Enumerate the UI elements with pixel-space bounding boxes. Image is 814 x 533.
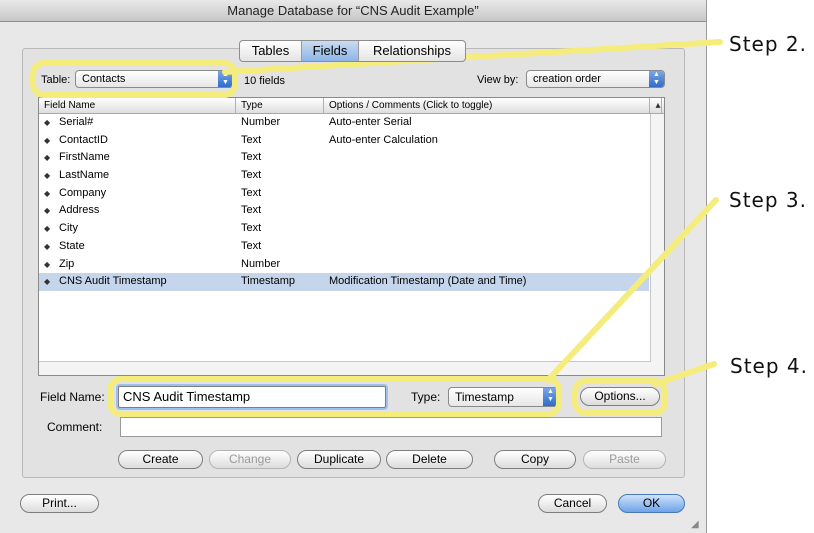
drag-handle-icon[interactable]: ◆ xyxy=(44,202,50,220)
paste-button[interactable]: Paste xyxy=(583,450,666,469)
type-select-value: Timestamp xyxy=(455,390,514,404)
table-row[interactable]: ◆ Serial# Number Auto-enter Serial xyxy=(39,114,649,132)
tab-tables[interactable]: Tables xyxy=(240,41,302,61)
options-button[interactable]: Options... xyxy=(580,387,660,406)
drag-handle-icon[interactable]: ◆ xyxy=(44,132,50,150)
drag-handle-icon[interactable]: ◆ xyxy=(44,273,50,291)
manage-database-dialog: Manage Database for “CNS Audit Example” … xyxy=(0,0,707,533)
window-title: Manage Database for “CNS Audit Example” xyxy=(0,0,706,22)
field-name-label: Field Name: xyxy=(40,390,105,404)
ok-button[interactable]: OK xyxy=(618,494,685,513)
table-row-selected[interactable]: ◆ CNS Audit Timestamp Timestamp Modificatio… xyxy=(39,273,649,291)
sort-triangle-icon[interactable]: ▴ xyxy=(650,98,662,113)
drag-handle-icon[interactable]: ◆ xyxy=(44,167,50,185)
field-count: 10 fields xyxy=(244,75,285,87)
table-row[interactable]: ◆ Address Text xyxy=(39,202,649,220)
comment-input[interactable] xyxy=(120,417,662,437)
copy-button[interactable]: Copy xyxy=(494,450,576,469)
change-button[interactable]: Change xyxy=(209,450,291,469)
field-rows: ◆ Serial# Number Auto-enter Serial ◆ Contact… xyxy=(39,114,649,291)
create-button[interactable]: Create xyxy=(118,450,203,469)
table-select[interactable]: Contacts ▲ ▼ xyxy=(75,70,234,88)
table-select-value: Contacts xyxy=(82,73,126,85)
step4-label: Step 4. xyxy=(730,354,808,378)
drag-handle-icon[interactable]: ◆ xyxy=(44,256,50,274)
duplicate-button[interactable]: Duplicate xyxy=(297,450,381,469)
view-by-label: View by: xyxy=(477,74,519,86)
table-row[interactable]: ◆ City Text xyxy=(39,220,649,238)
tab-fields[interactable]: Fields xyxy=(302,41,359,61)
column-header-type[interactable]: Type xyxy=(236,98,324,113)
view-by-select[interactable]: creation order ▲ ▼ xyxy=(526,70,665,88)
delete-button[interactable]: Delete xyxy=(386,450,473,469)
table-row[interactable]: ◆ ContactID Text Auto-enter Calculation xyxy=(39,132,649,150)
step3-label: Step 3. xyxy=(729,188,807,212)
vertical-scrollbar[interactable] xyxy=(650,114,664,375)
drag-handle-icon[interactable]: ◆ xyxy=(44,149,50,167)
column-header-options[interactable]: Options / Comments (Click to toggle) xyxy=(324,98,650,113)
table-row[interactable]: ◆ Zip Number xyxy=(39,256,649,274)
drag-handle-icon[interactable]: ◆ xyxy=(44,238,50,256)
fields-list: Field Name Type Options / Comments (Clic… xyxy=(38,97,665,376)
drag-handle-icon[interactable]: ◆ xyxy=(44,220,50,238)
horizontal-scrollbar[interactable] xyxy=(39,361,651,375)
table-row[interactable]: ◆ FirstName Text xyxy=(39,149,649,167)
table-row[interactable]: ◆ LastName Text xyxy=(39,167,649,185)
drag-handle-icon[interactable]: ◆ xyxy=(44,114,50,132)
chevron-updown-icon: ▲ ▼ xyxy=(218,71,233,87)
comment-label: Comment: xyxy=(47,420,103,434)
type-label: Type: xyxy=(411,390,441,404)
chevron-updown-icon: ▲ ▼ xyxy=(649,71,664,87)
resize-grip-icon[interactable]: ◢ xyxy=(691,519,703,531)
field-name-input[interactable]: CNS Audit Timestamp xyxy=(118,386,386,408)
print-button[interactable]: Print... xyxy=(20,494,99,513)
view-by-value: creation order xyxy=(533,73,601,85)
step2-label: Step 2. xyxy=(729,32,807,56)
table-row[interactable]: ◆ State Text xyxy=(39,238,649,256)
table-row[interactable]: ◆ Company Text xyxy=(39,185,649,203)
list-header: Field Name Type Options / Comments (Clic… xyxy=(39,98,664,114)
chevron-updown-icon: ▲ ▼ xyxy=(543,388,558,406)
cancel-button[interactable]: Cancel xyxy=(538,494,607,513)
type-select[interactable]: Timestamp ▲ ▼ xyxy=(448,387,559,407)
tab-relationships[interactable]: Relationships xyxy=(359,41,465,61)
column-header-field-name[interactable]: Field Name xyxy=(39,98,236,113)
table-label: Table: xyxy=(41,74,71,86)
tab-bar: Tables Fields Relationships xyxy=(239,40,466,62)
drag-handle-icon[interactable]: ◆ xyxy=(44,185,50,203)
